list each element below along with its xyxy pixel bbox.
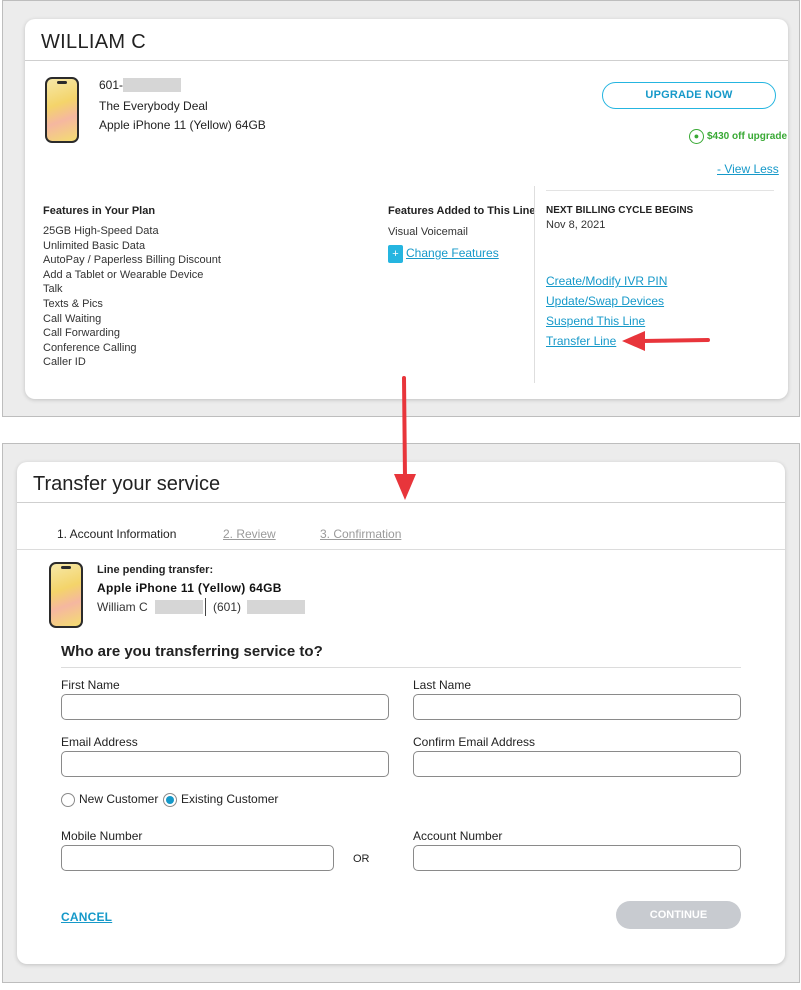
- divider: [17, 549, 785, 550]
- divider: [25, 60, 788, 61]
- cancel-link[interactable]: CANCEL: [61, 910, 112, 924]
- change-features-link[interactable]: + Change Features: [388, 245, 499, 263]
- column-divider: [534, 186, 535, 383]
- step-review[interactable]: 2. Review: [223, 527, 276, 541]
- feature-item: Add a Tablet or Wearable Device: [43, 268, 204, 281]
- first-name-label: First Name: [61, 678, 120, 692]
- existing-customer-option[interactable]: Existing Customer: [163, 792, 278, 807]
- mobile-number-field[interactable]: [61, 845, 334, 871]
- features-in-plan-list: 25GB High-Speed Data Unlimited Basic Dat…: [43, 224, 221, 370]
- last-name-label: Last Name: [413, 678, 472, 692]
- pending-owner-name: William C: [97, 600, 148, 614]
- line-number: 601-: [99, 78, 123, 92]
- page-title: Transfer your service: [33, 473, 221, 495]
- feature-item: Conference Calling: [43, 341, 137, 354]
- feature-item: AutoPay / Paperless Billing Discount: [43, 254, 221, 267]
- or-separator: OR: [353, 853, 370, 865]
- billing-cycle-date: Nov 8, 2021: [546, 219, 606, 231]
- new-customer-radio[interactable]: [61, 792, 75, 807]
- iphone-image: [49, 562, 83, 628]
- divider: [17, 502, 785, 503]
- existing-customer-label: Existing Customer: [181, 792, 279, 806]
- divider: [61, 667, 741, 668]
- feature-item: Talk: [43, 283, 63, 296]
- last-name-field[interactable]: [413, 694, 741, 720]
- promo-text: $430 off upgrade: [707, 131, 788, 143]
- plus-icon: +: [388, 245, 403, 263]
- divider: [205, 598, 206, 616]
- feature-item: Call Forwarding: [43, 327, 121, 340]
- iphone-image: [45, 77, 79, 143]
- new-customer-label: New Customer: [79, 792, 159, 806]
- pending-area-code: (601): [213, 600, 242, 614]
- line-card: WILLIAM C 601- The Everybody Deal Apple …: [25, 19, 788, 399]
- step-account-information: 1. Account Information: [57, 527, 177, 541]
- redacted-name: [155, 600, 203, 614]
- transfer-service-card: Transfer your service 1. Account Informa…: [17, 462, 785, 964]
- billing-cycle-label: NEXT BILLING CYCLE BEGINS: [546, 205, 694, 216]
- redacted-number: [123, 78, 181, 92]
- transfer-service-screenshot: Transfer your service 1. Account Informa…: [2, 443, 800, 983]
- line-owner-name: WILLIAM C: [41, 31, 146, 53]
- change-features-label: Change Features: [406, 246, 499, 261]
- confirm-email-field[interactable]: [413, 751, 741, 777]
- pending-device-name: Apple iPhone 11 (Yellow) 64GB: [97, 581, 282, 595]
- divider: [546, 190, 774, 191]
- features-added-heading: Features Added to This Line: [388, 205, 536, 217]
- existing-customer-radio[interactable]: [163, 792, 177, 807]
- upgrade-now-button[interactable]: UPGRADE NOW: [602, 82, 776, 109]
- feature-item: Unlimited Basic Data: [43, 239, 146, 252]
- device-name: Apple iPhone 11 (Yellow) 64GB: [99, 118, 266, 132]
- recipient-question: Who are you transferring service to?: [61, 643, 323, 660]
- feature-item: 25GB High-Speed Data: [43, 225, 159, 237]
- email-field[interactable]: [61, 751, 389, 777]
- account-number-label: Account Number: [413, 829, 503, 843]
- transfer-line-link[interactable]: Transfer Line: [546, 334, 616, 348]
- suspend-line-link[interactable]: Suspend This Line: [546, 314, 645, 328]
- upgrade-promo-badge: ● $430 off upgrade: [689, 129, 787, 144]
- added-feature-item: Visual Voicemail: [388, 226, 468, 238]
- redacted-number: [247, 600, 305, 614]
- line-number-prefix: 601-: [99, 78, 124, 92]
- plan-name: The Everybody Deal: [99, 99, 208, 113]
- update-swap-devices-link[interactable]: Update/Swap Devices: [546, 294, 664, 308]
- new-customer-option[interactable]: New Customer: [61, 792, 158, 807]
- features-in-plan-heading: Features in Your Plan: [43, 205, 156, 217]
- line-details-screenshot: WILLIAM C 601- The Everybody Deal Apple …: [2, 0, 800, 417]
- feature-item: Caller ID: [43, 356, 86, 369]
- tag-icon: ●: [689, 129, 704, 144]
- first-name-field[interactable]: [61, 694, 389, 720]
- feature-item: Texts & Pics: [43, 297, 103, 310]
- email-label: Email Address: [61, 735, 138, 749]
- feature-item: Call Waiting: [43, 312, 102, 325]
- mobile-number-label: Mobile Number: [61, 829, 143, 843]
- view-less-link[interactable]: - View Less: [717, 162, 779, 176]
- continue-button[interactable]: CONTINUE: [616, 901, 741, 929]
- pending-transfer-label: Line pending transfer:: [97, 564, 214, 576]
- account-number-field[interactable]: [413, 845, 741, 871]
- step-confirmation[interactable]: 3. Confirmation: [320, 527, 401, 541]
- create-modify-ivr-pin-link[interactable]: Create/Modify IVR PIN: [546, 274, 667, 288]
- confirm-email-label: Confirm Email Address: [413, 735, 536, 749]
